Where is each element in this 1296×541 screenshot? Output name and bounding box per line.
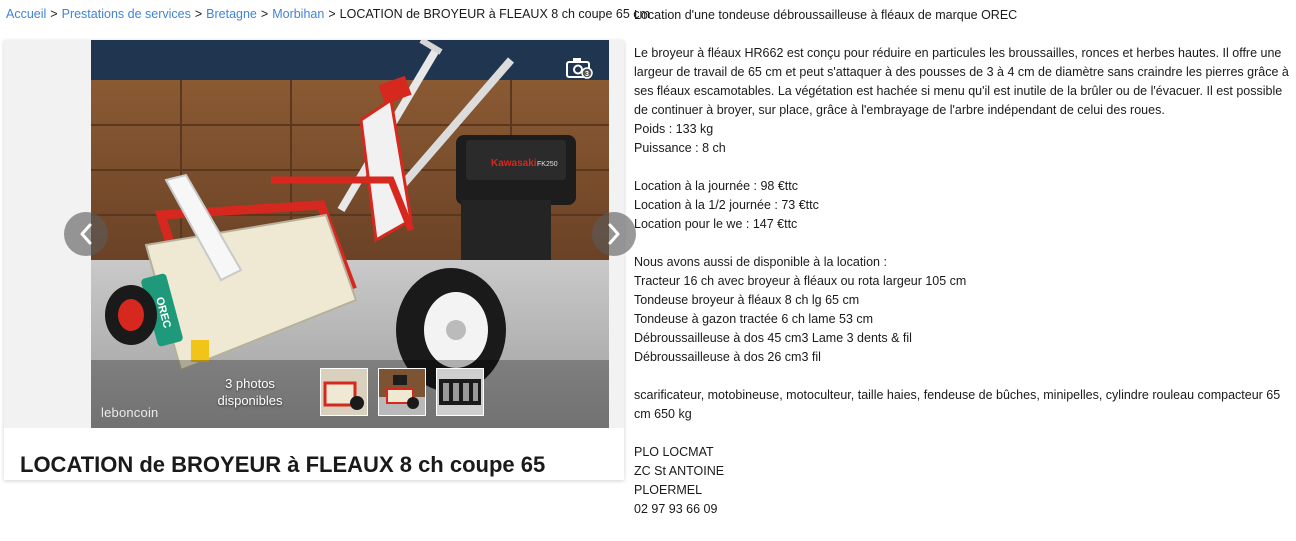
breadcrumb-separator: > bbox=[50, 7, 58, 21]
engine-brand-text: Kawasaki bbox=[491, 158, 537, 169]
thumbnail-1[interactable] bbox=[320, 368, 368, 416]
previous-photo-button[interactable] bbox=[64, 212, 108, 256]
ad-title: LOCATION de BROYEUR à FLEAUX 8 ch coupe … bbox=[20, 452, 546, 477]
photo-count-label: 3 photos disponibles bbox=[202, 375, 298, 409]
leboncoin-watermark: leboncoin bbox=[101, 405, 159, 420]
description-line: Poids : 133 kg bbox=[634, 122, 714, 136]
thumbnail-3[interactable] bbox=[436, 368, 484, 416]
breadcrumb-current: LOCATION de BROYEUR à FLEAUX 8 ch coupe … bbox=[339, 7, 650, 21]
description-line: Puissance : 8 ch bbox=[634, 141, 726, 155]
photo-gallery: Kawasaki FK250 OREC 3 3 photos disponibl… bbox=[4, 40, 636, 480]
description-line: scarificateur, motobineuse, motoculteur,… bbox=[634, 388, 1281, 421]
next-photo-button[interactable] bbox=[592, 212, 636, 256]
description-line: Tondeuse à gazon tractée 6 ch lame 53 cm bbox=[634, 312, 874, 326]
breadcrumb-separator: > bbox=[328, 7, 336, 21]
breadcrumb-separator: > bbox=[260, 7, 269, 21]
breadcrumb-link-prestations[interactable]: Prestations de services bbox=[62, 7, 191, 21]
camera-photo-count: 3 bbox=[585, 71, 589, 78]
description-line: PLOERMEL bbox=[634, 483, 703, 497]
description-line: Le broyeur à fléaux HR662 est conçu pour… bbox=[634, 46, 1289, 117]
description-line: PLO LOCMAT bbox=[634, 445, 714, 459]
ad-description: Location d'une tondeuse débroussailleuse… bbox=[634, 6, 1292, 519]
thumbnail-2[interactable] bbox=[378, 368, 426, 416]
breadcrumb-separator: > bbox=[194, 7, 203, 21]
description-line: Tracteur 16 ch avec broyeur à fléaux ou … bbox=[634, 274, 967, 288]
photo-count-line2: disponibles bbox=[217, 393, 283, 408]
chevron-right-icon bbox=[608, 223, 620, 245]
breadcrumb-link-accueil[interactable]: Accueil bbox=[6, 7, 46, 21]
breadcrumb-link-morbihan[interactable]: Morbihan bbox=[272, 7, 324, 21]
description-line: Débroussailleuse à dos 45 cm3 Lame 3 den… bbox=[634, 331, 912, 345]
description-line: Nous avons aussi de disponible à la loca… bbox=[634, 255, 887, 269]
description-line: Tondeuse broyeur à fléaux 8 ch lg 65 cm bbox=[634, 293, 860, 307]
description-line: Location à la journée : 98 €ttc bbox=[634, 179, 799, 193]
description-line: 02 97 93 66 09 bbox=[634, 502, 718, 516]
description-line: ZC St ANTOINE bbox=[634, 464, 725, 478]
engine-model-text: FK250 bbox=[537, 161, 558, 168]
description-line: Location pour le we : 147 €ttc bbox=[634, 217, 798, 231]
thumbnail-strip bbox=[320, 368, 484, 416]
camera-icon: 3 bbox=[565, 56, 593, 80]
chevron-left-icon bbox=[80, 223, 92, 245]
description-line: Location à la 1/2 journée : 73 €ttc bbox=[634, 198, 819, 212]
photo-count-line1: 3 photos bbox=[225, 376, 275, 391]
breadcrumb: Accueil > Prestations de services > Bretagne… bbox=[6, 7, 650, 21]
description-line: Débroussailleuse à dos 26 cm3 fil bbox=[634, 350, 821, 364]
description-line: Location d'une tondeuse débroussailleuse… bbox=[634, 8, 1018, 22]
breadcrumb-link-bretagne[interactable]: Bretagne bbox=[206, 7, 257, 21]
